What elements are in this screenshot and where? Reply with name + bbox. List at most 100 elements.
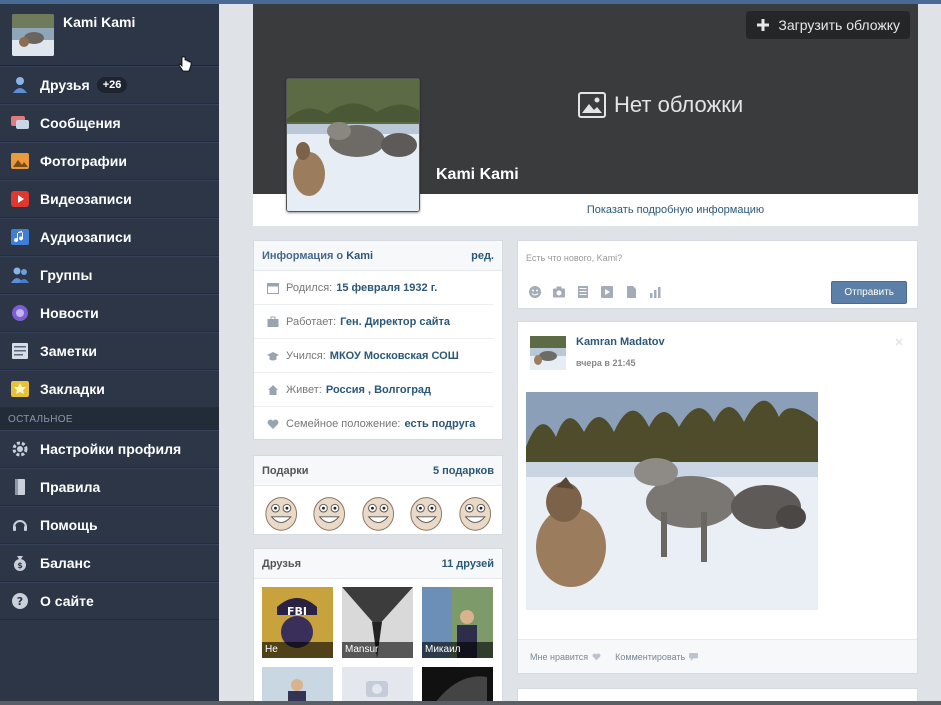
- sidebar-item-label: Группы: [40, 267, 93, 283]
- camera-icon[interactable]: [552, 285, 566, 299]
- friends-icon: [10, 75, 30, 95]
- sidebar-item-label: Новости: [40, 305, 99, 321]
- emoji-icon[interactable]: [528, 285, 542, 299]
- sidebar-item-notes[interactable]: Заметки: [0, 332, 219, 370]
- sidebar: Kami Kami Друзья +26 Сообщения Фотографи…: [0, 4, 219, 705]
- edit-info-link[interactable]: ред.: [471, 250, 494, 262]
- info-value[interactable]: есть подруга: [405, 418, 476, 430]
- help-headset-icon: [10, 515, 30, 535]
- info-label: Живет:: [286, 383, 322, 396]
- sidebar-item-label: Закладки: [40, 381, 105, 397]
- avatar[interactable]: [12, 14, 54, 56]
- info-value[interactable]: 15 февраля 1932 г.: [336, 282, 437, 294]
- sidebar-item-messages[interactable]: Сообщения: [0, 104, 219, 142]
- sidebar-item-label: Баланс: [40, 555, 91, 571]
- info-title-name[interactable]: Kami: [346, 250, 373, 262]
- sidebar-item-audio[interactable]: Аудиозаписи: [0, 218, 219, 256]
- money-bag-icon: $: [10, 553, 30, 573]
- friend-name: Не: [262, 642, 333, 658]
- gift-item[interactable]: [407, 492, 445, 532]
- friend-tile[interactable]: [422, 667, 493, 705]
- sidebar-item-rules[interactable]: Правила: [0, 468, 219, 506]
- gear-icon: [10, 439, 30, 459]
- wall-post: Kamran Madatov вчера в 21:45 Мне нравитс…: [517, 321, 918, 674]
- friends-grid: FBI Не Mansur Микаил: [254, 579, 502, 705]
- sidebar-item-label: Аудиозаписи: [40, 229, 132, 245]
- svg-text:?: ?: [17, 595, 23, 608]
- friend-tile[interactable]: Микаил: [422, 587, 493, 658]
- close-icon[interactable]: [895, 338, 903, 346]
- gift-item[interactable]: [359, 492, 397, 532]
- sidebar-item-about[interactable]: ? О сайте: [0, 582, 219, 620]
- poll-chart-icon[interactable]: [648, 285, 662, 299]
- sidebar-item-video[interactable]: Видеозаписи: [0, 180, 219, 218]
- sidebar-item-news[interactable]: Новости: [0, 294, 219, 332]
- bookmarks-icon: [10, 379, 30, 399]
- file-icon[interactable]: [624, 285, 638, 299]
- plus-icon: [757, 19, 770, 31]
- send-post-button[interactable]: Отправить: [831, 280, 907, 304]
- friend-tile[interactable]: [342, 667, 413, 705]
- info-label: Родился:: [286, 281, 333, 294]
- friend-name: Mansur: [342, 642, 413, 658]
- upload-cover-button[interactable]: Загрузить обложку: [746, 11, 910, 39]
- post-actions: Мне нравится Комментировать: [518, 639, 917, 673]
- info-card-header: Информация о Kami ред.: [254, 241, 502, 271]
- info-value[interactable]: МКОУ Московская СОШ: [330, 350, 459, 362]
- friend-tile[interactable]: [262, 667, 333, 705]
- gift-item[interactable]: [262, 492, 300, 532]
- groups-icon: [10, 265, 30, 285]
- comment-button[interactable]: Комментировать: [615, 651, 699, 662]
- post-input[interactable]: Есть что нового, Kami?: [518, 241, 917, 277]
- gift-item[interactable]: [456, 492, 494, 532]
- friends-count-link[interactable]: 11 друзей: [442, 558, 494, 570]
- sidebar-profile[interactable]: Kami Kami: [0, 4, 219, 72]
- info-label: Учился:: [286, 349, 326, 362]
- sidebar-item-label: Настройки профиля: [40, 441, 182, 457]
- info-card: Информация о Kami ред. Родился: 15 февра…: [253, 240, 503, 440]
- friend-tile[interactable]: Mansur: [342, 587, 413, 658]
- gift-item[interactable]: [310, 492, 348, 532]
- sidebar-item-groups[interactable]: Группы: [0, 256, 219, 294]
- profile-name[interactable]: Kami Kami: [63, 14, 135, 30]
- calendar-icon: [266, 281, 280, 295]
- post-image[interactable]: [526, 392, 818, 610]
- home-icon: [266, 383, 280, 397]
- friend-tile[interactable]: FBI Не: [262, 587, 333, 658]
- info-value[interactable]: Россия , Волгоград: [326, 384, 431, 396]
- photos-icon: [10, 151, 30, 171]
- document-lines-icon[interactable]: [576, 285, 590, 299]
- gifts-title: Подарки: [262, 464, 309, 477]
- info-row-education: Учился: МКОУ Московская СОШ: [254, 339, 494, 373]
- like-button[interactable]: Мне нравится: [530, 652, 601, 662]
- video-play-icon[interactable]: [600, 285, 614, 299]
- info-row-birthday: Родился: 15 февраля 1932 г.: [254, 271, 494, 305]
- sidebar-item-help[interactable]: Помощь: [0, 506, 219, 544]
- sidebar-item-label: Фотографии: [40, 153, 128, 169]
- post-timestamp[interactable]: вчера в 21:45: [576, 358, 635, 368]
- sidebar-item-photos[interactable]: Фотографии: [0, 142, 219, 180]
- friends-card: Друзья 11 друзей FBI Не Mansur Микаил: [253, 548, 503, 705]
- image-icon: [578, 92, 606, 118]
- sidebar-item-label: Правила: [40, 479, 101, 495]
- graduation-icon: [266, 349, 280, 363]
- briefcase-icon: [266, 315, 280, 329]
- hand-cursor-icon: [178, 56, 192, 72]
- sidebar-item-label: Заметки: [40, 343, 97, 359]
- post-author-name[interactable]: Kamran Madatov: [576, 336, 665, 348]
- info-value[interactable]: Ген. Директор сайта: [340, 316, 450, 328]
- gifts-card: Подарки 5 подарков: [253, 455, 503, 535]
- cover-profile-name: Kami Kami: [436, 166, 519, 183]
- sidebar-item-balance[interactable]: $ Баланс: [0, 544, 219, 582]
- friends-title: Друзья: [262, 557, 302, 570]
- gifts-card-header: Подарки 5 подарков: [254, 456, 502, 486]
- post-author-avatar[interactable]: [530, 336, 566, 370]
- comment-label: Комментировать: [615, 651, 686, 662]
- info-row-work: Работает: Ген. Директор сайта: [254, 305, 494, 339]
- no-cover-label: Нет обложки: [614, 92, 744, 117]
- sidebar-item-bookmarks[interactable]: Закладки: [0, 370, 219, 408]
- gifts-count-link[interactable]: 5 подарков: [433, 465, 494, 477]
- svg-text:$: $: [17, 561, 23, 570]
- sidebar-item-profile-settings[interactable]: Настройки профиля: [0, 430, 219, 468]
- profile-photo[interactable]: [286, 78, 420, 212]
